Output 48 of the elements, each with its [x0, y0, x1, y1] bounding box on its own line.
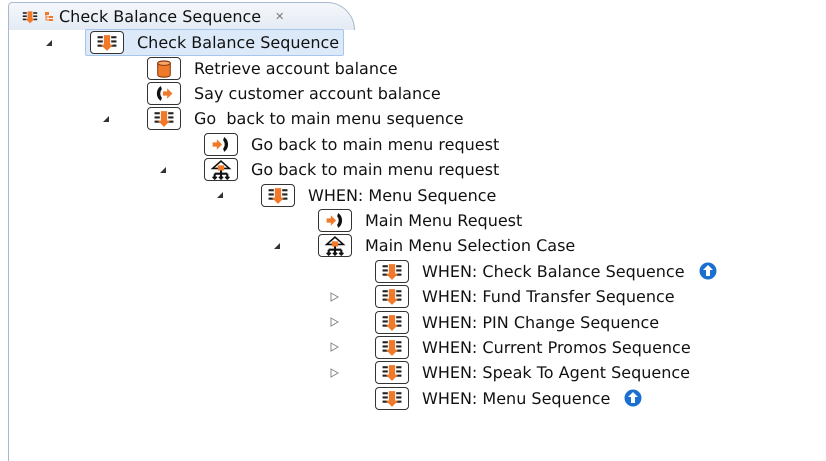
tree-item-label: WHEN: PIN Change Sequence [422, 312, 660, 332]
expanded-toggle-icon[interactable] [159, 166, 167, 174]
tree-item-label: WHEN: Speak To Agent Sequence [422, 363, 690, 382]
tree-item-label: WHEN: Menu Sequence [422, 388, 610, 408]
collapsed-toggle-icon[interactable] [330, 292, 338, 302]
tree-item-label: Check Balance Sequence [137, 33, 340, 52]
tree-item[interactable]: Say customer account balance [142, 80, 446, 107]
tree-item-label: Go back to main menu request [251, 160, 500, 180]
tree-item[interactable]: Go back to main menu request [199, 156, 504, 184]
tree-item-label: Main Menu Request [365, 210, 522, 230]
branch-house-icon [204, 158, 238, 182]
tree-item-label: Go back to main menu sequence [194, 109, 464, 128]
expanded-toggle-icon[interactable] [273, 242, 281, 250]
tree-item[interactable]: WHEN: Fund Transfer Sequence [370, 283, 680, 310]
branch-house-icon [318, 234, 352, 258]
tree-item-label: Retrieve account balance [194, 58, 398, 78]
tree-item[interactable]: WHEN: Check Balance Sequence [370, 258, 722, 285]
tree-item-label: WHEN: Check Balance Sequence [422, 262, 685, 281]
tree-item[interactable]: WHEN: Speak To Agent Sequence [370, 359, 696, 386]
arrow-phone-icon [204, 132, 238, 156]
editor-tab[interactable]: Check Balance Sequence ✕ [8, 2, 356, 30]
tree-item[interactable]: Go back to main menu request [199, 130, 504, 158]
collapsed-toggle-icon[interactable] [330, 368, 338, 378]
tree-item[interactable]: Main Menu Request [313, 206, 528, 234]
tree-item[interactable]: Check Balance Sequence [85, 29, 344, 56]
expanded-toggle-icon[interactable] [216, 191, 224, 200]
tree-item[interactable]: WHEN: Current Promos Sequence [370, 334, 696, 361]
tree-item[interactable]: Main Menu Selection Case [313, 232, 580, 260]
arrow-phone-icon [318, 208, 352, 232]
close-icon[interactable]: ✕ [275, 10, 284, 23]
collapsed-toggle-icon[interactable] [330, 316, 338, 327]
tree-icon [45, 12, 53, 22]
tree-item-label: WHEN: Menu Sequence [308, 186, 496, 205]
tree-item[interactable]: WHEN: Menu Sequence [370, 384, 648, 412]
tree-item-label: WHEN: Current Promos Sequence [422, 338, 691, 357]
tree-item[interactable]: Go back to main menu sequence [142, 105, 469, 132]
tree-item[interactable]: WHEN: Menu Sequence [256, 182, 502, 209]
tree-item-label: Go back to main menu request [251, 134, 500, 154]
tree-item[interactable]: WHEN: PIN Change Sequence [370, 308, 664, 336]
tree-item-label: WHEN: Fund Transfer Sequence [422, 287, 675, 306]
expanded-toggle-icon[interactable] [102, 114, 110, 123]
tree-item-label: Main Menu Selection Case [365, 236, 576, 256]
expanded-toggle-icon[interactable] [45, 38, 53, 47]
tree-item-label: Say customer account balance [194, 84, 441, 103]
tree-item[interactable]: Retrieve account balance [142, 54, 403, 82]
database-icon [147, 56, 181, 80]
collapsed-toggle-icon[interactable] [330, 342, 338, 352]
tab-title: Check Balance Sequence [59, 7, 262, 26]
